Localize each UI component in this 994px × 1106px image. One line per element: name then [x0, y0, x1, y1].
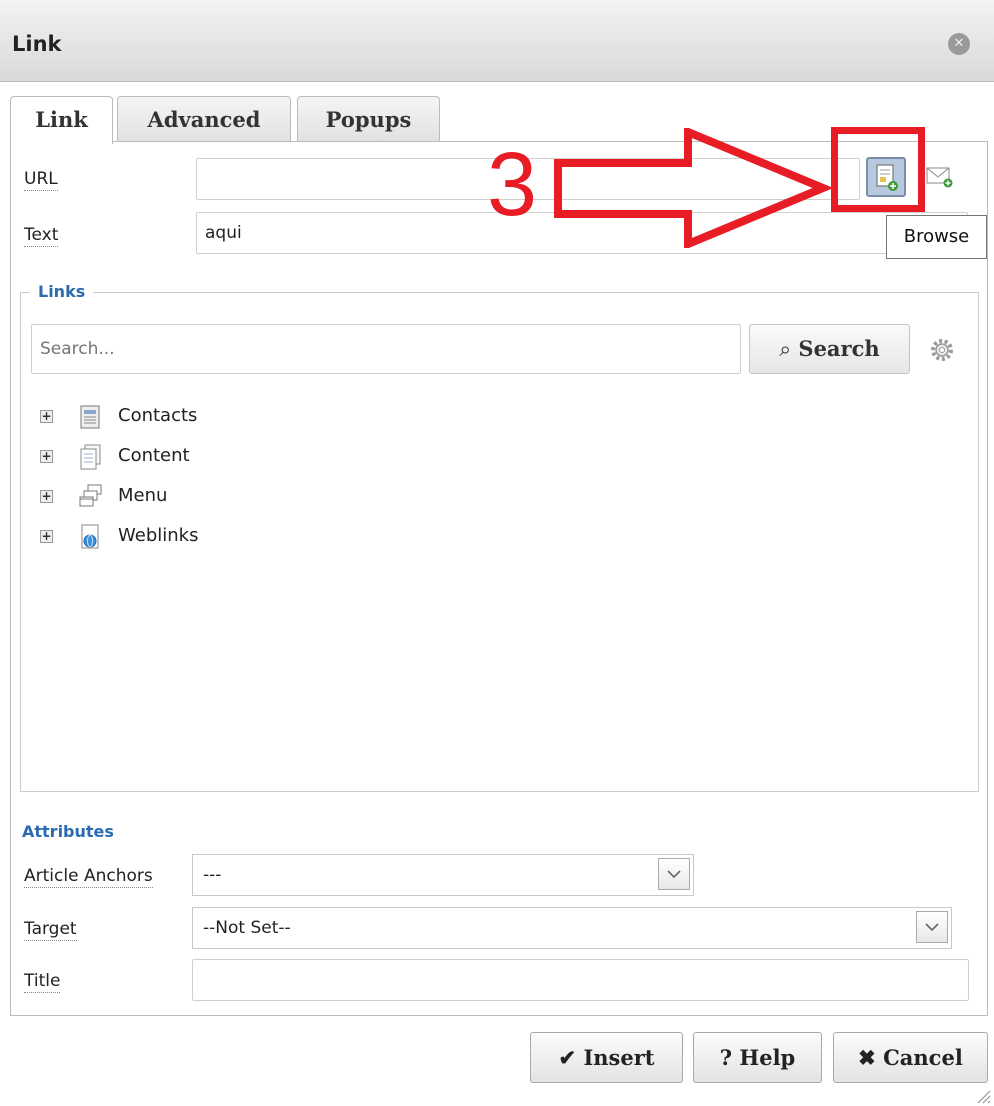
resize-handle-icon[interactable] [975, 1088, 991, 1104]
links-legend: Links [30, 282, 94, 301]
url-label: URL [24, 169, 58, 191]
search-input[interactable] [31, 324, 741, 374]
insert-button[interactable]: ✔ Insert [530, 1032, 683, 1083]
article-anchors-label: Article Anchors [24, 866, 153, 888]
article-anchors-select[interactable]: --- [192, 854, 694, 896]
close-icon: ✕ [953, 36, 965, 51]
target-select[interactable]: --Not Set-- [192, 907, 952, 949]
expand-icon[interactable]: + [40, 490, 53, 503]
expand-icon[interactable]: + [40, 530, 53, 543]
tab-popups[interactable]: Popups [297, 96, 440, 142]
annotation-step-number: 3 [487, 135, 538, 235]
help-button-label: Help [739, 1045, 796, 1070]
expand-icon[interactable]: + [40, 410, 53, 423]
tab-advanced[interactable]: Advanced [117, 96, 291, 142]
browse-tooltip: Browse [886, 215, 987, 259]
weblinks-icon [81, 524, 99, 549]
tree-item-label: Content [118, 445, 190, 466]
dialog-title: Link [12, 32, 62, 56]
email-link-icon[interactable] [926, 166, 954, 188]
chevron-down-icon[interactable] [658, 858, 690, 890]
tab-link[interactable]: Link [10, 96, 113, 144]
expand-icon[interactable]: + [40, 450, 53, 463]
search-button-label: Search [798, 336, 880, 361]
help-button[interactable]: ? Help [693, 1032, 822, 1083]
contacts-icon [80, 405, 100, 429]
text-label: Text [24, 225, 59, 247]
target-value: --Not Set-- [203, 918, 291, 938]
attributes-title: Attributes [22, 822, 114, 841]
close-button[interactable]: ✕ [948, 33, 970, 55]
insert-button-label: Insert [583, 1045, 655, 1070]
annotation-arrow-icon [554, 128, 834, 248]
checkmark-icon: ✔ [558, 1045, 577, 1070]
tab-link-label: Link [35, 107, 88, 132]
article-anchors-value: --- [203, 865, 222, 885]
target-label: Target [24, 919, 77, 941]
title-label: Title [24, 971, 61, 993]
search-icon: ⌕ [779, 337, 792, 361]
gear-icon[interactable] [928, 336, 956, 364]
chevron-down-icon[interactable] [916, 911, 948, 943]
tree-item-label: Contacts [118, 405, 198, 426]
question-icon: ? [719, 1045, 733, 1070]
annotation-highlight-box [831, 127, 925, 212]
tree-item-label: Menu [118, 485, 168, 506]
tree-item-label: Weblinks [118, 525, 199, 546]
tab-popups-label: Popups [325, 107, 412, 132]
title-input[interactable] [192, 959, 969, 1001]
tab-advanced-label: Advanced [147, 107, 261, 132]
cancel-button-label: Cancel [883, 1045, 963, 1070]
dialog-titlebar: Link ✕ [0, 0, 994, 82]
close-icon: ✖ [858, 1045, 876, 1070]
menu-icon [79, 484, 102, 507]
search-button[interactable]: ⌕ Search [749, 324, 910, 374]
content-icon [80, 444, 101, 470]
cancel-button[interactable]: ✖ Cancel [833, 1032, 988, 1083]
